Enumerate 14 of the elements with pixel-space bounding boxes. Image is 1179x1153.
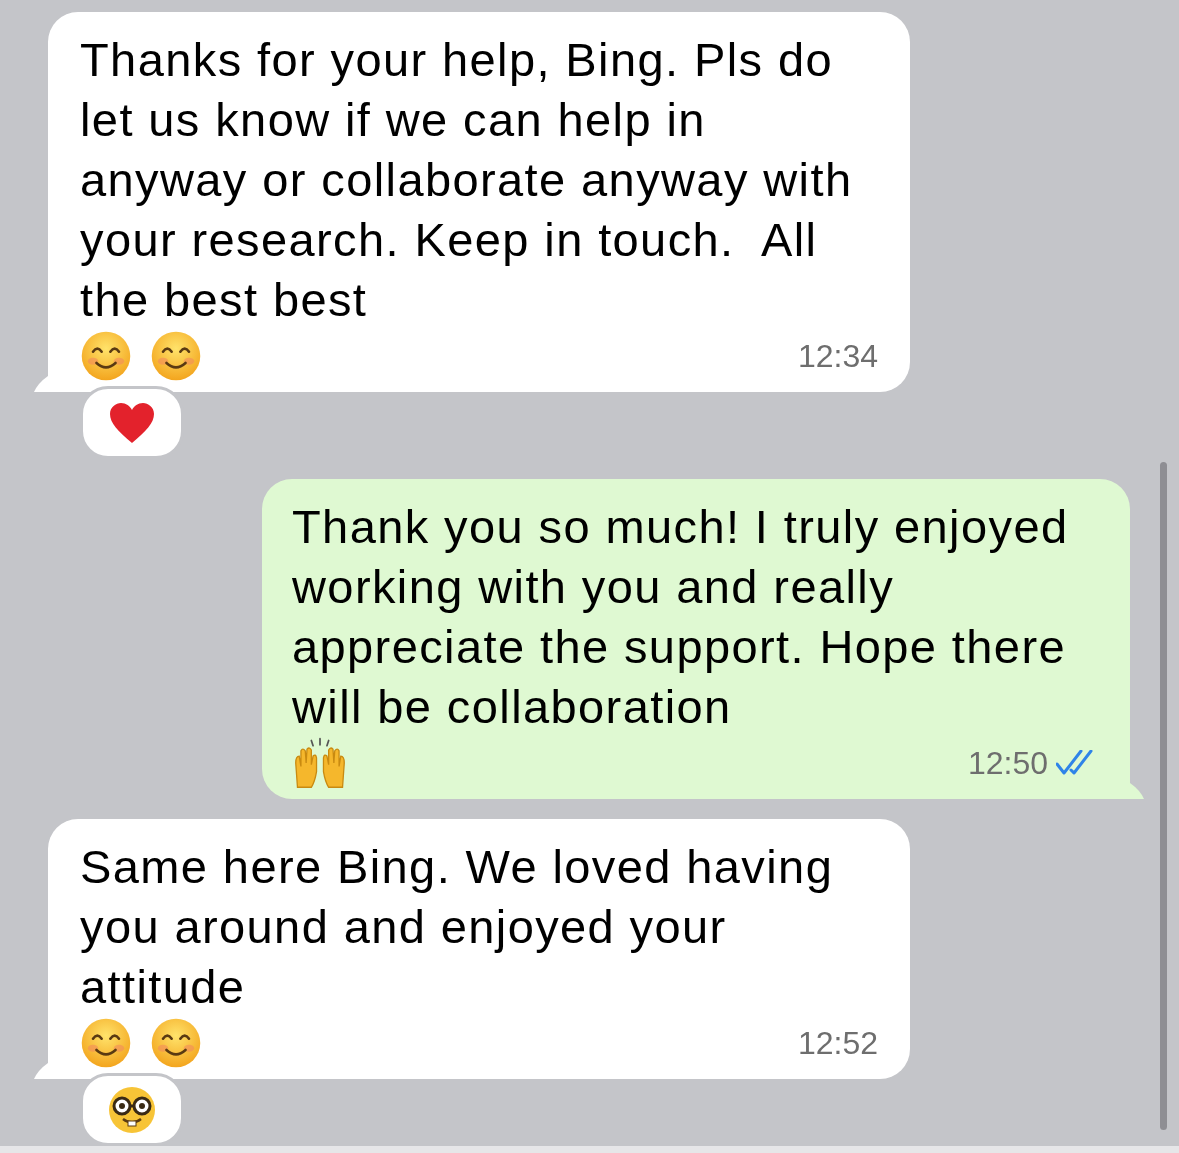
message-text: Same here Bing. We loved having you around and enjoyed your attitude (80, 839, 835, 1015)
raised-hands-icon (292, 737, 348, 789)
heart-icon (108, 400, 156, 445)
nerd-face-icon (107, 1084, 157, 1135)
message-time: 12:50 (967, 745, 1048, 781)
scrollbar[interactable] (1160, 462, 1167, 1130)
message-text: Thank you so much! I truly enjoyed working with you and really appreciate the support. Hope there will be collaboration (292, 499, 1070, 735)
message-time: 12:52 (797, 1025, 878, 1061)
message-text: Thanks for your help, Bing. Pls do let us know if we can help in anyway or collaborate anyway with your research. Keep in touch. All the best best (80, 32, 854, 328)
smiling-face-icon (150, 330, 202, 382)
smiling-face-icon (150, 1017, 202, 1069)
message-time: 12:34 (797, 338, 878, 374)
smiling-face-icon (80, 330, 132, 382)
smiling-face-icon (80, 1017, 132, 1069)
